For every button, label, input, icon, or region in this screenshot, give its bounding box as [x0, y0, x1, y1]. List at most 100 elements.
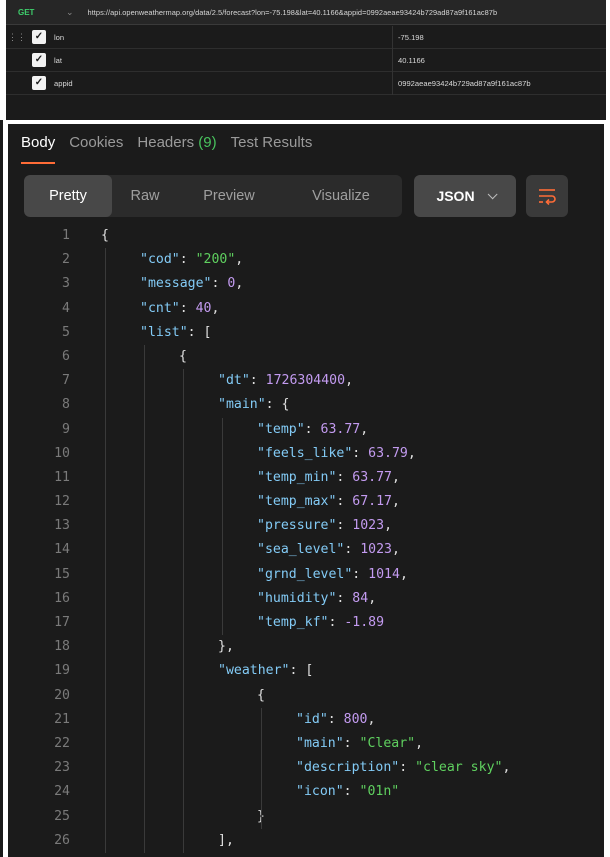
param-value[interactable]: 40.1166: [398, 56, 425, 65]
code-line: 22 "main": "Clear",: [8, 732, 604, 756]
code-token: 67.17: [352, 494, 392, 510]
code-line: 13 "pressure": 1023,: [8, 514, 604, 538]
param-key[interactable]: appid: [54, 79, 73, 88]
code-token: "description": [296, 760, 400, 776]
view-raw-button[interactable]: Raw: [112, 175, 178, 217]
drag-handle-icon[interactable]: ⋮⋮: [8, 31, 26, 43]
code-token: ,: [235, 252, 244, 268]
code-token: :: [336, 518, 353, 534]
line-number: 5: [62, 324, 70, 340]
code-text: "icon": "01n": [296, 780, 399, 804]
param-checkbox[interactable]: ✓: [32, 53, 46, 67]
code-line: 11 "temp_min": 63.77,: [8, 466, 604, 490]
code-line: 12 "temp_max": 67.17,: [8, 490, 604, 514]
indent-guide: [183, 369, 184, 854]
tab-body[interactable]: Body: [21, 134, 56, 164]
format-label: JSON: [436, 188, 475, 204]
wrap-lines-button[interactable]: [526, 175, 568, 217]
code-text: "humidity": 84,: [257, 587, 376, 611]
param-checkbox[interactable]: ✓: [32, 76, 46, 90]
code-text: },: [218, 635, 234, 659]
code-text: "temp_max": 67.17,: [257, 490, 400, 514]
line-number: 25: [54, 808, 70, 824]
tab-cookies[interactable]: Cookies: [69, 134, 123, 151]
wrap-lines-icon: [539, 189, 556, 205]
code-token: :: [327, 711, 344, 727]
code-line: 25}: [8, 805, 604, 829]
code-token: ,: [392, 542, 400, 558]
code-line: 24 "icon": "01n": [8, 780, 604, 804]
code-line: 8 "main": {: [8, 393, 604, 417]
param-key[interactable]: lon: [54, 33, 64, 42]
headers-count-badge: (9): [198, 134, 217, 151]
code-line: 18},: [8, 635, 604, 659]
code-token: ,: [360, 421, 369, 437]
code-line: 5 "list": [: [8, 321, 604, 345]
code-token: :: [352, 445, 369, 461]
code-text: {: [101, 224, 109, 248]
code-token: "cnt": [140, 300, 180, 316]
code-token: {: [179, 348, 187, 364]
code-text: "list": [: [140, 321, 211, 345]
view-visualize-button[interactable]: Visualize: [280, 175, 402, 217]
code-token: "humidity": [257, 590, 337, 606]
tab-headers[interactable]: Headers (9): [137, 134, 216, 151]
code-token: : [: [187, 324, 212, 340]
code-token: 40: [195, 300, 212, 316]
line-number: 8: [62, 397, 70, 413]
code-token: ,: [407, 445, 416, 461]
code-token: 1726304400: [265, 373, 346, 389]
method-selector[interactable]: GET: [18, 8, 66, 17]
code-line: 7 "dt": 1726304400,: [8, 369, 604, 393]
line-number: 4: [62, 300, 70, 316]
code-token: 84: [352, 590, 369, 606]
code-token: ,: [235, 276, 244, 292]
code-token: "icon": [296, 784, 344, 800]
chevron-down-icon[interactable]: ⌄: [66, 7, 74, 18]
code-token: 800: [343, 711, 368, 727]
line-number: 2: [62, 252, 70, 268]
param-row: ✓ lat 40.1166: [6, 49, 606, 72]
line-number: 22: [54, 735, 70, 751]
code-token: "feels_like": [257, 445, 353, 461]
code-token: "cod": [140, 252, 180, 268]
param-value[interactable]: 0992aeae93424b729ad87a9f161ac87b: [398, 79, 531, 88]
view-pretty-button[interactable]: Pretty: [24, 175, 112, 217]
code-token: :: [249, 373, 266, 389]
param-value[interactable]: -75.198: [398, 33, 424, 42]
format-dropdown[interactable]: JSON: [414, 175, 516, 217]
code-token: :: [336, 469, 353, 485]
code-token: :: [344, 542, 361, 558]
code-line: 23 "description": "clear sky",: [8, 756, 604, 780]
url-input[interactable]: https://api.openweathermap.org/data/2.5/…: [88, 8, 498, 17]
code-token: ,: [399, 566, 408, 582]
code-token: :: [304, 421, 321, 437]
view-preview-button[interactable]: Preview: [178, 175, 280, 217]
code-token: "clear sky": [415, 760, 503, 776]
param-key[interactable]: lat: [54, 56, 62, 65]
code-token: "temp_kf": [257, 615, 329, 630]
code-token: 63.79: [368, 445, 408, 461]
tab-test-results[interactable]: Test Results: [231, 134, 313, 151]
code-line: 9 "temp": 63.77,: [8, 418, 604, 442]
column-divider: [392, 72, 393, 95]
code-token: "weather": [218, 663, 290, 679]
indent-guide: [222, 417, 223, 636]
code-line: 3 "message": 0,: [8, 272, 604, 296]
code-text: "cnt": 40,: [140, 297, 219, 321]
view-mode-switcher: Pretty Raw Preview Visualize: [24, 175, 402, 217]
code-text: "cod": "200",: [140, 248, 243, 272]
code-token: },: [218, 639, 234, 655]
line-number: 26: [54, 832, 70, 848]
line-number: 7: [62, 373, 70, 389]
json-code-view[interactable]: 1{2 "cod": "200", 3 "message": 0, 4 "cnt": 40…: [8, 224, 604, 854]
line-number: 11: [54, 469, 70, 485]
code-token: :: [336, 590, 353, 606]
line-number: 10: [54, 445, 70, 461]
param-checkbox[interactable]: ✓: [32, 30, 46, 44]
window-border: [0, 120, 3, 857]
code-token: :: [179, 300, 196, 316]
check-icon: ✓: [34, 77, 44, 88]
code-token: 63.77: [320, 421, 361, 437]
code-token: "sea_level": [257, 542, 345, 558]
